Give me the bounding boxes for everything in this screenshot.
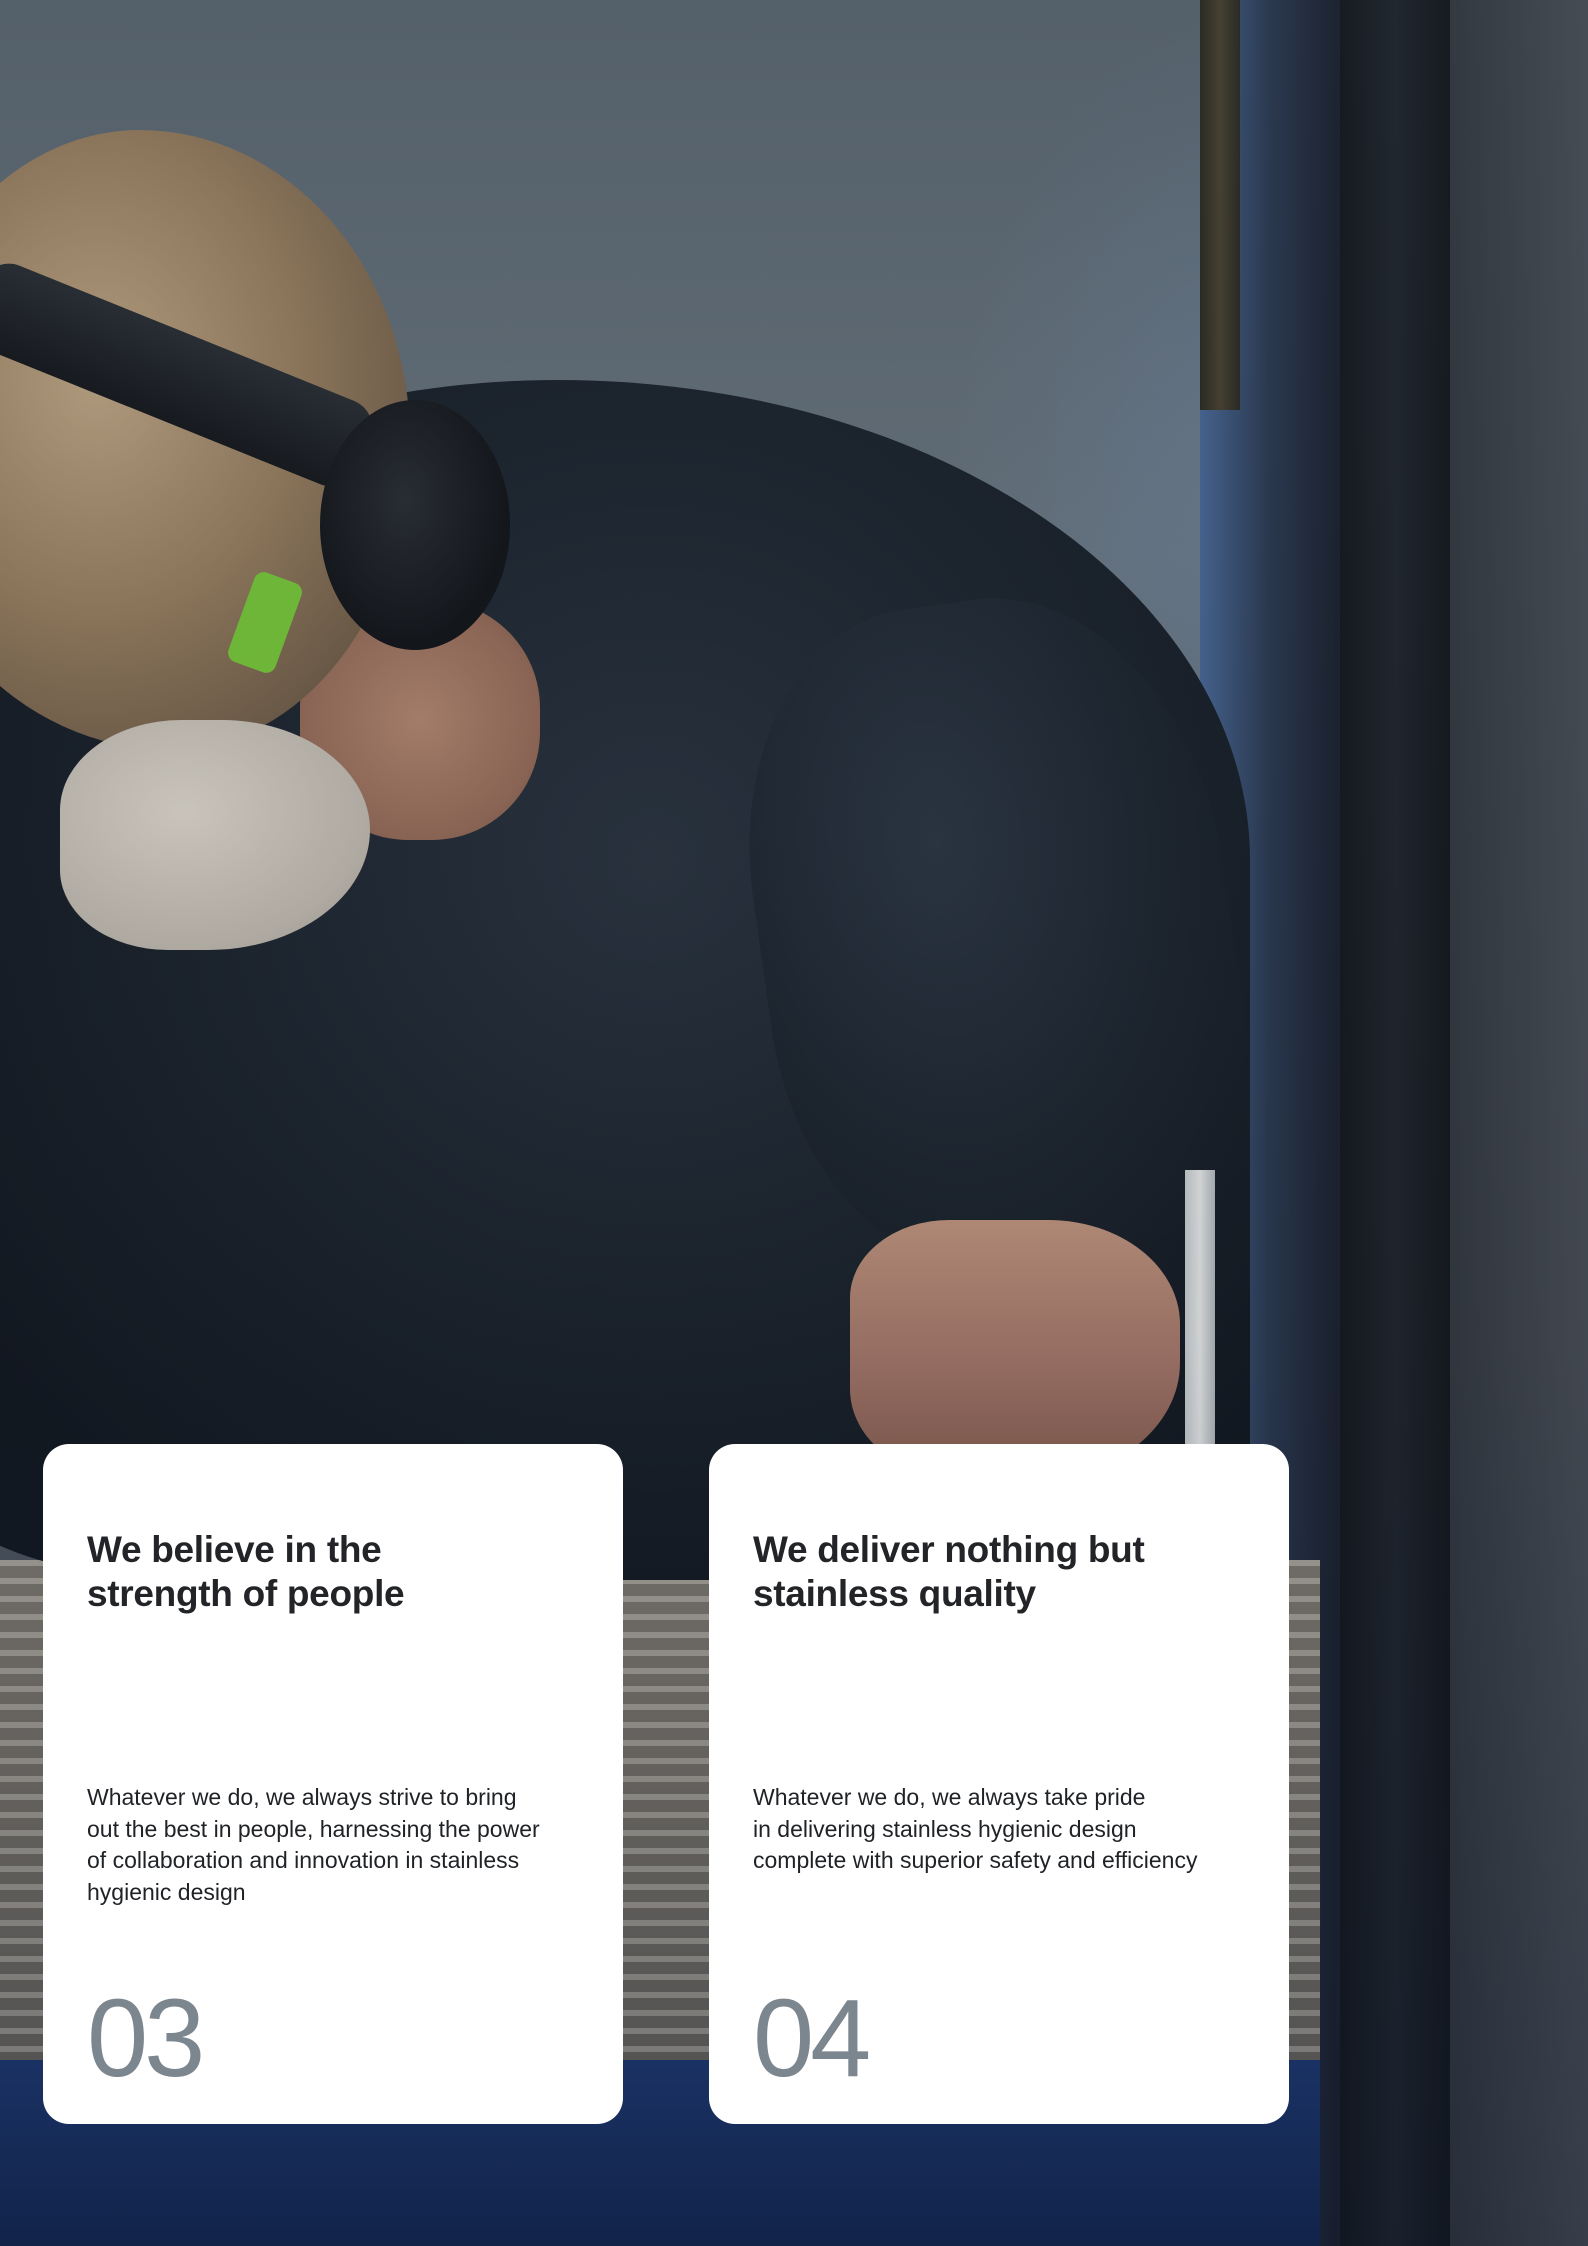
card-body-text: Whatever we do, we always take pride in … xyxy=(753,1784,1198,1873)
value-card-people: We believe in the strength of people Wha… xyxy=(43,1444,623,2124)
card-body-text: Whatever we do, we always strive to brin… xyxy=(87,1784,540,1905)
card-number: 04 xyxy=(753,1977,871,2100)
brochure-page: We believe in the strength of people Wha… xyxy=(0,0,1588,2246)
card-heading: We deliver nothing but stainless quality xyxy=(753,1529,1145,1614)
card-number: 03 xyxy=(87,1977,205,2100)
card-heading: We believe in the strength of people xyxy=(87,1529,405,1614)
value-card-quality: We deliver nothing but stainless quality… xyxy=(709,1444,1289,2124)
